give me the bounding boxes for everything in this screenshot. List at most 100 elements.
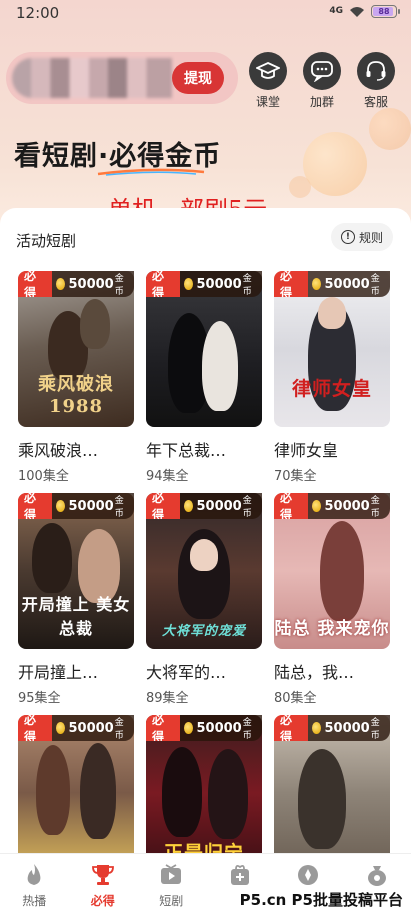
coin-icon — [311, 722, 321, 734]
badge-unit: 金币 — [114, 496, 124, 519]
badge-prefix: 必得 — [146, 493, 180, 519]
badge-amount-box: 50000 金币 — [179, 493, 262, 519]
badge-prefix: 必得 — [274, 493, 308, 519]
nav-label: 热播 — [22, 894, 47, 908]
poster-caption: 陆总 我来宠你 — [274, 619, 390, 639]
drama-card[interactable]: 开局撞上 美女总裁 必得 50000 金币 开局撞上… 95集全 — [18, 493, 134, 706]
badge-amount: 50000 — [324, 498, 370, 514]
drama-card[interactable]: 乘风破浪 1988 必得 50000 金币 乘风破浪… 100集全 — [18, 271, 134, 484]
flame-icon — [21, 862, 47, 888]
badge-unit: 金币 — [242, 496, 252, 519]
badge-amount-box: 50000 金币 — [179, 271, 262, 297]
watermark-text: P5.cn P5批量投稿平台 — [237, 889, 405, 910]
badge-unit: 金币 — [370, 496, 380, 519]
drama-episodes: 94集全 — [146, 469, 189, 484]
compass-icon — [295, 862, 321, 888]
badge-amount-box: 50000 金币 — [179, 715, 262, 741]
classroom-label: 课堂 — [255, 95, 280, 109]
drama-title: 乘风破浪… — [18, 441, 99, 460]
badge-amount: 50000 — [324, 720, 370, 736]
network-indicator: 4G — [329, 6, 343, 16]
reward-badge: 必得 50000 金币 — [18, 271, 134, 297]
classroom-button[interactable]: 课堂 — [247, 52, 289, 110]
balance-pill: 提现 — [6, 52, 238, 104]
nav-dramas[interactable]: 短剧 — [137, 854, 206, 915]
decor-bubble — [289, 176, 311, 198]
join-group-button[interactable]: 加群 — [301, 52, 343, 110]
reward-badge: 必得 50000 金币 — [274, 493, 390, 519]
drama-title: 开局撞上… — [18, 663, 99, 682]
drama-episodes: 80集全 — [274, 691, 317, 706]
promo-underline-decor — [97, 168, 205, 176]
drama-card[interactable]: 必得 50000 金币 — [18, 715, 134, 871]
drama-card[interactable]: 律师女皇 必得 50000 金币 律师女皇 70集全 — [274, 271, 390, 484]
drama-card[interactable]: 大将军的宠爱 必得 50000 金币 大将军的… 89集全 — [146, 493, 262, 706]
rules-label: 规则 — [358, 230, 383, 245]
chat-group-icon — [303, 52, 341, 90]
exclamation-icon: ! — [340, 230, 355, 244]
reward-badge: 必得 50000 金币 — [18, 715, 134, 741]
badge-prefix: 必得 — [18, 715, 52, 741]
coin-icon — [311, 500, 321, 512]
badge-prefix: 必得 — [274, 271, 308, 297]
badge-unit: 金币 — [370, 274, 380, 297]
badge-amount-box: 50000 金币 — [51, 493, 134, 519]
top-actions: 课堂 加群 客服 — [247, 52, 397, 110]
coin-icon — [183, 278, 193, 290]
badge-prefix: 必得 — [274, 715, 308, 741]
battery-icon: 88 — [371, 5, 400, 18]
section-title: 活动短剧 — [16, 232, 77, 250]
badge-unit: 金币 — [242, 718, 252, 741]
badge-amount: 50000 — [68, 720, 114, 736]
badge-amount: 50000 — [196, 498, 242, 514]
headset-icon — [357, 52, 395, 90]
badge-amount-box: 50000 金币 — [307, 715, 390, 741]
drama-card[interactable]: 必得 50000 金币 — [274, 715, 390, 871]
poster-caption: 律师女皇 — [291, 378, 372, 400]
reward-badge: 必得 50000 金币 — [146, 271, 262, 297]
drama-title: 陆总，我… — [274, 663, 355, 682]
gift-plus-icon — [227, 862, 253, 888]
badge-prefix: 必得 — [146, 715, 180, 741]
customer-service-button[interactable]: 客服 — [355, 52, 397, 110]
drama-title: 律师女皇 — [274, 441, 339, 460]
badge-amount: 50000 — [196, 720, 242, 736]
nav-hot[interactable]: 热播 — [0, 854, 69, 915]
drama-card[interactable]: 正是归宁 必得 50000金币 — [146, 715, 262, 871]
decor-bubble — [303, 132, 367, 196]
blurred-balance — [12, 58, 172, 98]
drama-card[interactable]: 必得 50000 金币 年下总裁… 94集全 — [146, 271, 262, 484]
badge-amount: 50000 — [196, 276, 242, 292]
battery-level: 88 — [378, 7, 390, 16]
drama-episodes: 70集全 — [274, 469, 317, 484]
badge-unit: 金币 — [114, 718, 124, 741]
nav-bide[interactable]: 必得 — [69, 854, 138, 915]
rules-button[interactable]: ! 规则 — [331, 223, 393, 251]
reward-badge: 必得 50000 金币 — [274, 715, 390, 741]
coin-bag-icon — [364, 862, 390, 888]
play-screen-icon — [158, 862, 184, 888]
drama-panel: 活动短剧 ! 规则 乘风破浪 1988 必得 50000 金币 乘风破浪… 100… — [0, 208, 411, 871]
graduation-cap-icon — [249, 52, 287, 90]
status-bar: 12:00 4G 88 — [0, 0, 411, 26]
badge-amount-box: 50000 金币 — [307, 271, 390, 297]
coin-icon — [311, 278, 321, 290]
drama-card[interactable]: 陆总 我来宠你 必得 50000 金币 陆总，我… 80集全 — [274, 493, 390, 706]
nav-label: 必得 — [90, 894, 115, 908]
coin-icon — [55, 278, 65, 290]
withdraw-button[interactable]: 提现 — [172, 62, 224, 94]
badge-prefix: 必得 — [18, 493, 52, 519]
nav-label: 短剧 — [159, 894, 184, 908]
reward-badge: 必得 50000 金币 — [146, 493, 262, 519]
badge-prefix: 必得 — [18, 271, 52, 297]
badge-amount-box: 50000 金币 — [51, 271, 134, 297]
badge-amount: 50000 — [68, 276, 114, 292]
badge-unit: 金币 — [242, 274, 252, 297]
drama-episodes: 95集全 — [18, 691, 61, 706]
wifi-icon — [350, 6, 364, 17]
coin-icon — [183, 500, 193, 512]
coin-icon — [183, 722, 193, 734]
poster-caption: 乘风破浪 1988 — [38, 374, 114, 417]
customer-service-label: 客服 — [363, 95, 388, 109]
trophy-icon — [90, 862, 116, 888]
